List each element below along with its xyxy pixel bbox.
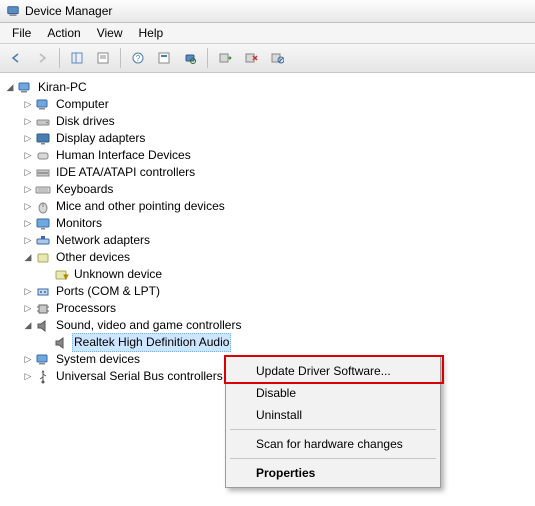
disk-icon [35,114,51,130]
expand-icon[interactable]: ▷ [22,99,34,111]
context-separator [230,429,436,430]
expand-icon[interactable]: ▷ [22,150,34,162]
expand-icon[interactable]: ▷ [22,116,34,128]
tree-item[interactable]: ▷ Ports (COM & LPT) [22,283,531,300]
app-icon [6,4,20,18]
monitor-icon [35,216,51,232]
tree-item-sound[interactable]: ◢ Sound, video and game controllers [22,317,531,334]
svg-text:!: ! [65,274,66,280]
mouse-icon [35,199,51,215]
collapse-icon[interactable]: ◢ [22,252,34,264]
title-bar: Device Manager [0,0,535,23]
menu-bar: File Action View Help [0,23,535,44]
tree-item[interactable]: ▷ IDE ATA/ATAPI controllers [22,164,531,181]
root-children: ▷ Computer ▷ Disk drives ▷ Display adapt… [4,96,531,385]
tree-item[interactable]: ▷ Computer [22,96,531,113]
tree-item[interactable]: ▷ Mice and other pointing devices [22,198,531,215]
hid-icon [35,148,51,164]
expand-icon[interactable]: ▷ [22,218,34,230]
expand-icon[interactable]: ▷ [22,235,34,247]
tree-item[interactable]: ▷ Human Interface Devices [22,147,531,164]
menu-view[interactable]: View [89,24,131,42]
expand-icon[interactable]: ▷ [22,303,34,315]
tree-item[interactable]: ▷ Processors [22,300,531,317]
context-separator [230,458,436,459]
expand-icon[interactable]: ▷ [22,286,34,298]
tree-item-other-devices[interactable]: ◢ Other devices [22,249,531,266]
svg-text:?: ? [136,54,141,63]
network-icon [35,233,51,249]
context-uninstall[interactable]: Uninstall [228,404,438,426]
help-button[interactable]: ? [126,46,150,70]
context-menu: Update Driver Software... Disable Uninst… [225,356,441,488]
context-scan[interactable]: Scan for hardware changes [228,433,438,455]
ports-icon [35,284,51,300]
expand-icon[interactable]: ▷ [22,133,34,145]
window-title: Device Manager [25,4,112,18]
display-icon [35,131,51,147]
expand-icon[interactable]: ▷ [22,371,34,383]
expand-icon[interactable]: ▷ [22,201,34,213]
other-icon [35,250,51,266]
tree-item[interactable]: ▷ Keyboards [22,181,531,198]
tree-item[interactable]: ▷ Disk drives [22,113,531,130]
toolbar-separator [207,48,208,68]
ide-icon [35,165,51,181]
tree-item-unknown-device[interactable]: ! Unknown device [40,266,531,283]
keyboard-icon [35,182,51,198]
properties-button[interactable] [91,46,115,70]
menu-action[interactable]: Action [39,24,88,42]
tree-root[interactable]: ◢ Kiran-PC [4,79,531,96]
context-properties[interactable]: Properties [228,462,438,484]
menu-help[interactable]: Help [131,24,172,42]
update-driver-button[interactable] [213,46,237,70]
tree-item[interactable]: ▷ Display adapters [22,130,531,147]
tree-item[interactable]: ▷ Monitors [22,215,531,232]
menu-file[interactable]: File [4,24,39,42]
toolbar-separator [120,48,121,68]
toolbar: ? [0,44,535,73]
disable-button[interactable] [265,46,289,70]
tree-item-realtek-audio[interactable]: Realtek High Definition Audio [40,334,531,351]
context-update-driver[interactable]: Update Driver Software... [228,360,438,382]
action-button[interactable] [152,46,176,70]
expand-icon[interactable]: ▷ [22,184,34,196]
unknown-icon: ! [53,267,69,283]
forward-button[interactable] [30,46,54,70]
show-hide-tree-button[interactable] [65,46,89,70]
system-icon [35,352,51,368]
toolbar-separator [59,48,60,68]
collapse-icon[interactable]: ◢ [22,320,34,332]
back-button[interactable] [4,46,28,70]
scan-button[interactable] [178,46,202,70]
context-disable[interactable]: Disable [228,382,438,404]
expand-icon[interactable]: ▷ [22,354,34,366]
uninstall-button[interactable] [239,46,263,70]
expand-icon[interactable]: ▷ [22,167,34,179]
computer-icon [17,80,33,96]
device-tree[interactable]: ◢ Kiran-PC ▷ Computer ▷ Disk drives ▷ Di… [0,73,535,391]
collapse-icon[interactable]: ◢ [4,82,16,94]
computer-icon [35,97,51,113]
processor-icon [35,301,51,317]
sound-icon [35,318,51,334]
usb-icon [35,369,51,385]
sound-icon [53,335,69,351]
tree-item[interactable]: ▷ Network adapters [22,232,531,249]
